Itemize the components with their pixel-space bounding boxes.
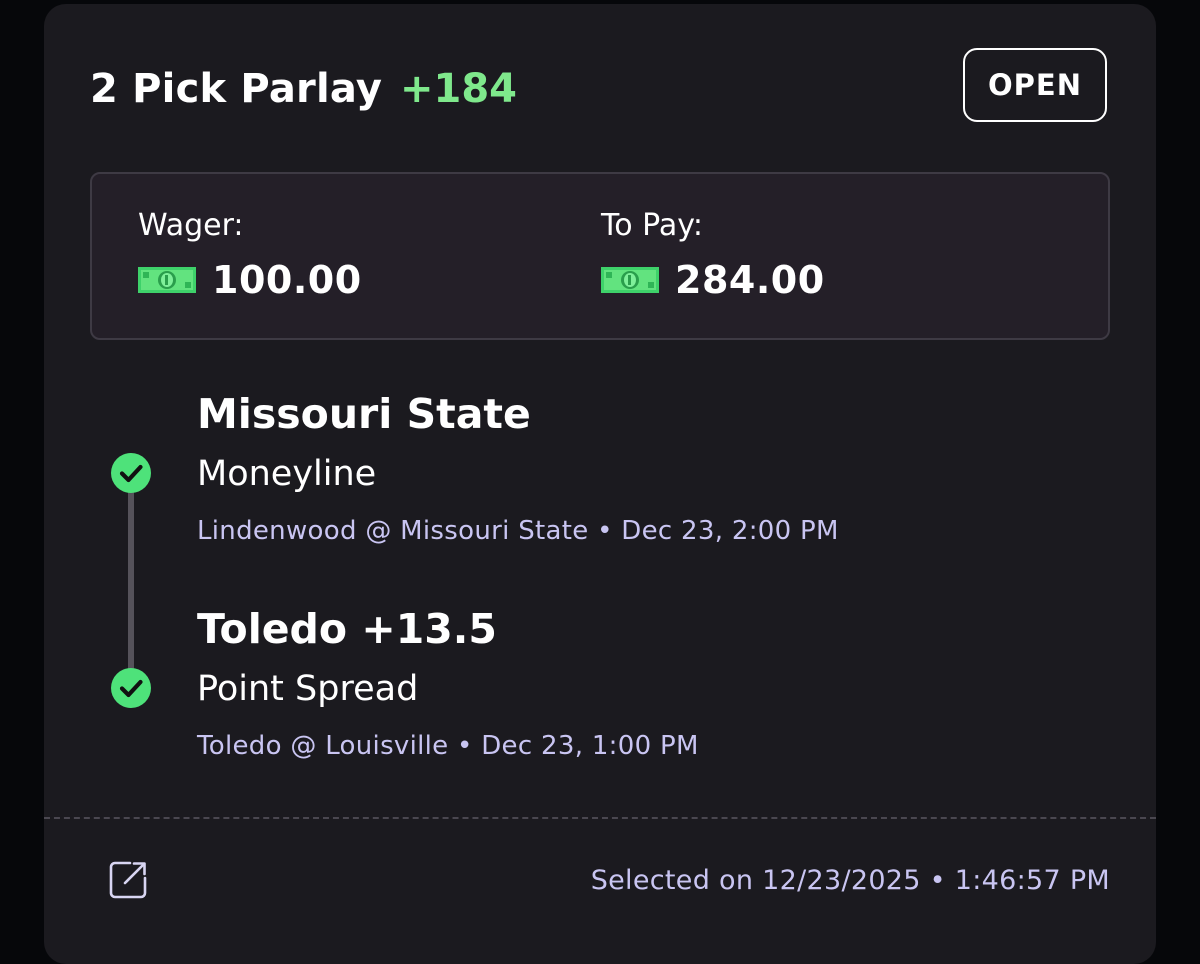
leg-game-info: Toledo @ Louisville • Dec 23, 1:00 PM	[197, 731, 699, 761]
leg-market: Point Spread	[197, 669, 419, 709]
to-pay-amount: 284.00	[675, 258, 825, 302]
wager-amount-row: 100.00	[138, 258, 362, 302]
selected-timestamp: Selected on 12/23/2025 • 1:46:57 PM	[590, 865, 1110, 896]
leg-item: Missouri State Moneyline Lindenwood @ Mi…	[197, 390, 839, 546]
wager-amount: 100.00	[212, 258, 362, 302]
check-circle-icon	[111, 453, 151, 493]
leg-item: Toledo +13.5 Point Spread Toledo @ Louis…	[197, 605, 699, 761]
share-icon[interactable]	[108, 860, 148, 900]
leg-game-info: Lindenwood @ Missouri State • Dec 23, 2:…	[197, 516, 839, 546]
leg-selection: Missouri State	[197, 390, 531, 438]
timeline-connector	[128, 484, 134, 684]
leg-market: Moneyline	[197, 454, 377, 494]
cash-icon	[138, 267, 196, 293]
parlay-odds: +184	[400, 66, 518, 112]
to-pay-amount-row: 284.00	[601, 258, 825, 302]
status-badge: OPEN	[963, 48, 1107, 122]
divider	[44, 817, 1156, 819]
wager-label: Wager:	[138, 208, 244, 243]
to-pay-label: To Pay:	[601, 208, 703, 243]
wager-summary: Wager: 100.00 To Pay: 284.00	[90, 172, 1110, 340]
check-circle-icon	[111, 668, 151, 708]
bet-card: 2 Pick Parlay +184 OPEN Wager: 100.00 To…	[44, 4, 1156, 964]
cash-icon	[601, 267, 659, 293]
page-title: 2 Pick Parlay	[90, 66, 383, 112]
leg-selection: Toledo +13.5	[197, 605, 497, 653]
